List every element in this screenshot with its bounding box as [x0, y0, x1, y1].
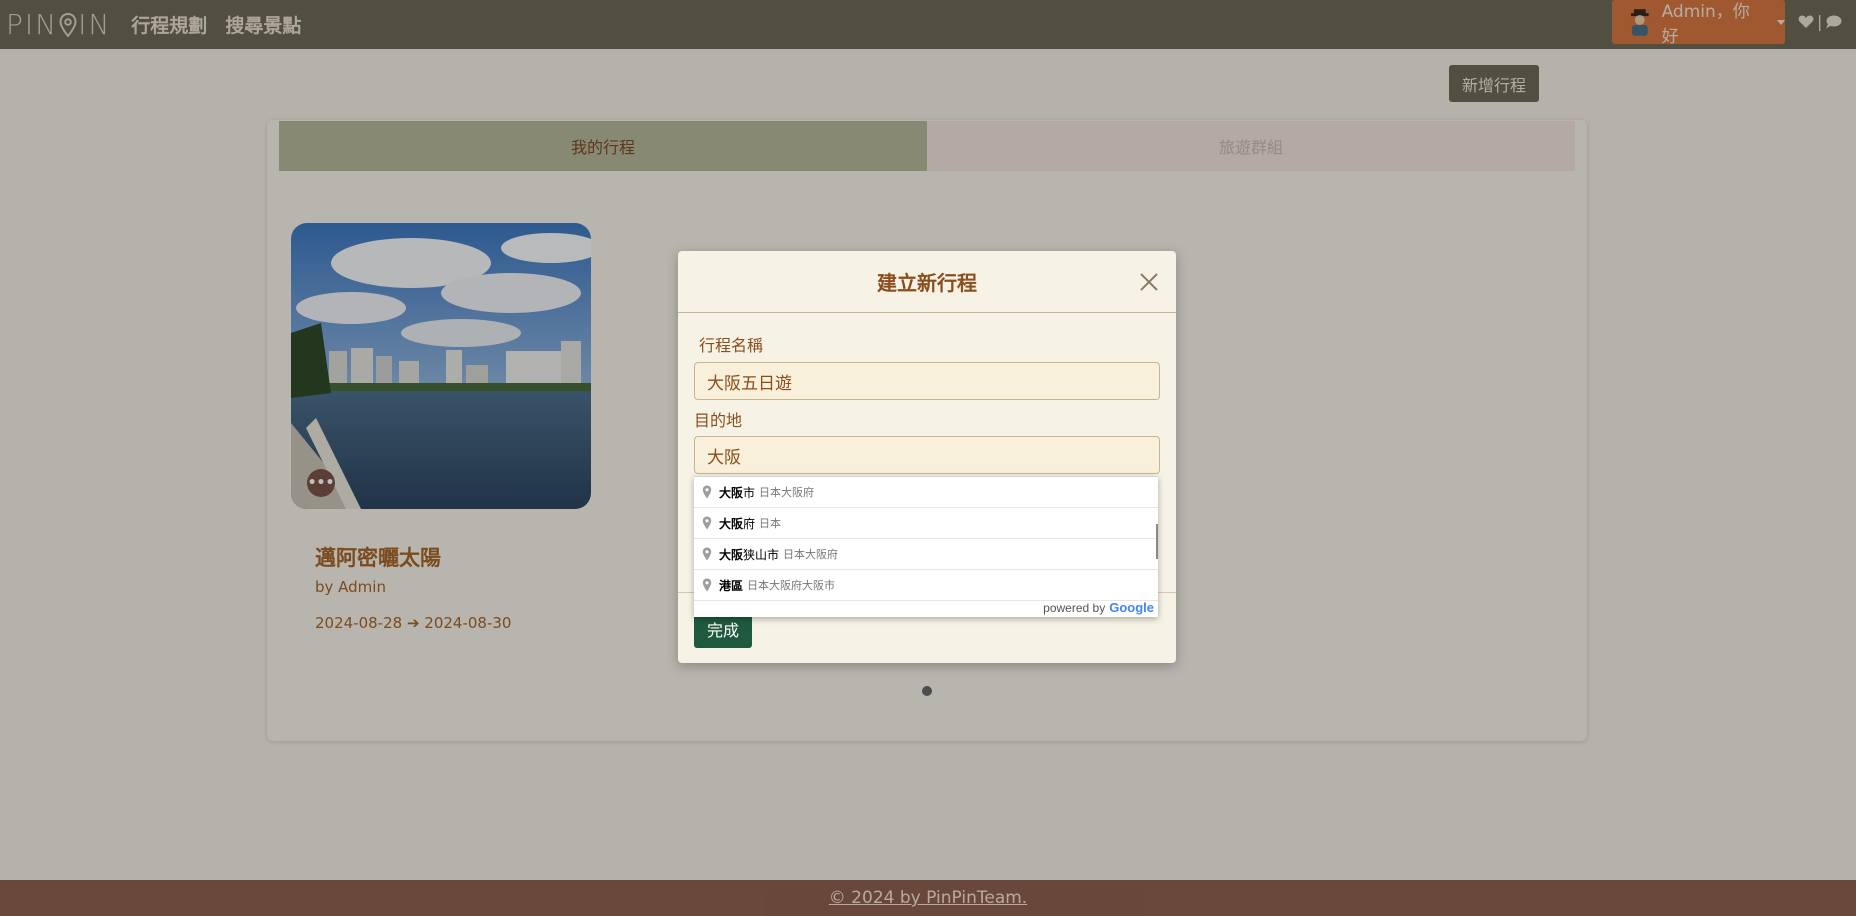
- location-pin-icon: [702, 578, 712, 592]
- autocomplete-item[interactable]: 大阪市 日本大阪府: [694, 477, 1158, 508]
- autocomplete-secondary: 日本大阪府: [783, 549, 839, 561]
- autocomplete-match: 大阪: [719, 516, 744, 531]
- autocomplete-match: 大阪: [719, 547, 744, 562]
- autocomplete-item[interactable]: 港區 日本大阪府大阪市: [694, 570, 1158, 601]
- powered-by-text: powered by: [1043, 600, 1106, 615]
- autocomplete-match: 港區: [719, 578, 744, 593]
- autocomplete-rest: 狭山市: [743, 547, 780, 562]
- destination-input[interactable]: 大阪: [694, 436, 1160, 474]
- powered-by-google: powered by Google: [1043, 600, 1154, 615]
- autocomplete-secondary: 日本大阪府: [759, 487, 815, 499]
- autocomplete-rest: 府: [743, 516, 756, 531]
- close-icon[interactable]: [1138, 271, 1160, 293]
- autocomplete-secondary: 日本: [759, 518, 782, 530]
- autocomplete-main-text: 大阪市: [719, 484, 755, 501]
- trip-name-input[interactable]: 大阪五日遊: [694, 362, 1160, 400]
- autocomplete-item[interactable]: 大阪府 日本: [694, 508, 1158, 539]
- autocomplete-main-text: 大阪狭山市: [719, 546, 779, 563]
- google-logo: Google: [1109, 600, 1154, 615]
- location-pin-icon: [702, 516, 712, 530]
- modal-title: 建立新行程: [877, 271, 977, 295]
- dropdown-scroll-indicator[interactable]: [1156, 524, 1158, 559]
- location-pin-icon: [702, 547, 712, 561]
- destination-label: 目的地: [694, 411, 743, 430]
- autocomplete-secondary: 日本大阪府大阪市: [747, 580, 836, 592]
- autocomplete-main-text: 大阪府: [719, 515, 755, 532]
- autocomplete-main-text: 港區: [719, 577, 743, 594]
- autocomplete-match: 大阪: [719, 485, 744, 500]
- place-autocomplete-dropdown: 大阪市 日本大阪府 大阪府 日本 大阪狭山市 日本大阪府 港區 日本大阪府大阪市…: [694, 476, 1158, 617]
- modal-header: 建立新行程: [678, 251, 1176, 313]
- destination-value: 大阪: [707, 447, 741, 468]
- autocomplete-item[interactable]: 大阪狭山市 日本大阪府: [694, 539, 1158, 570]
- trip-name-label: 行程名稱: [699, 336, 764, 355]
- autocomplete-rest: 市: [743, 485, 756, 500]
- trip-name-value: 大阪五日遊: [707, 373, 792, 394]
- location-pin-icon: [702, 485, 712, 499]
